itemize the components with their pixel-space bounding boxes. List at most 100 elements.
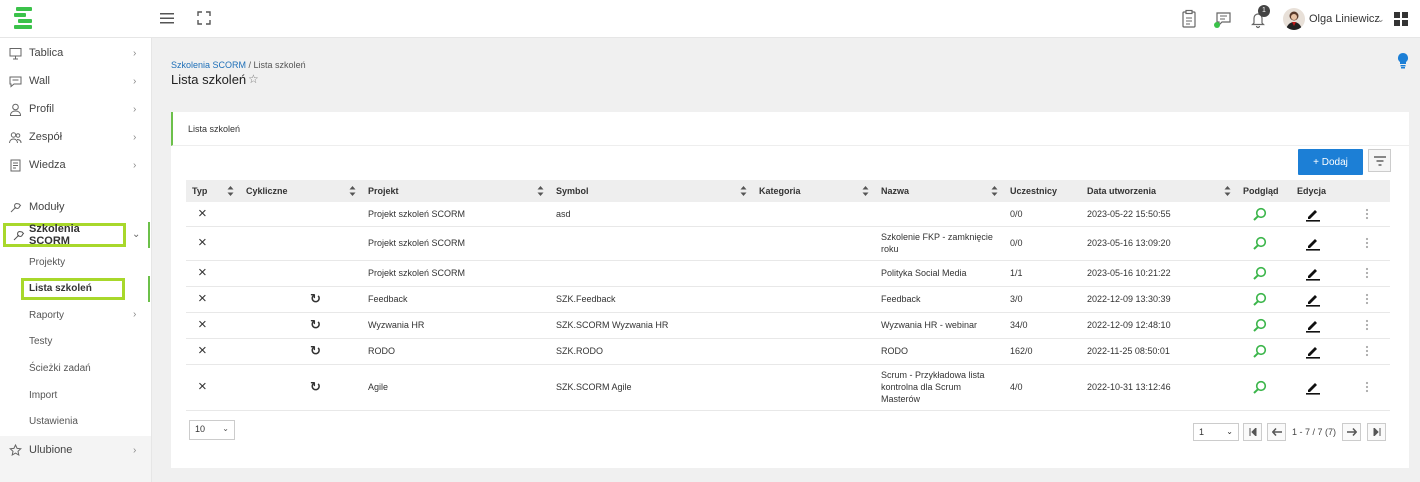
preview-cell — [1237, 202, 1291, 227]
sidebar-subitem-raporty[interactable]: Raporty › — [0, 304, 152, 328]
edit-cell — [1291, 226, 1339, 261]
chevron-down-icon[interactable]: ⌄ — [1377, 14, 1385, 25]
column-header-typ[interactable]: Typ — [186, 180, 240, 202]
cell-data: 2023-05-16 13:09:20 — [1081, 226, 1237, 261]
recurring-icon: ↻ — [240, 312, 362, 339]
pencil-icon[interactable] — [1305, 291, 1321, 307]
sidebar-item-label: Moduły — [29, 201, 65, 213]
chevron-down-icon: ⌄ — [132, 229, 141, 240]
sidebar-subitem-projekty[interactable]: Projekty — [0, 251, 152, 275]
pencil-icon[interactable] — [1305, 235, 1321, 251]
search-icon[interactable] — [1253, 292, 1267, 306]
kebab-menu-icon[interactable] — [1365, 293, 1369, 305]
type-cross-icon: × — [186, 364, 240, 411]
cell-projekt: Feedback — [362, 286, 550, 313]
kebab-menu-icon[interactable] — [1365, 319, 1369, 331]
card-header: Lista szkoleń — [171, 112, 1409, 146]
column-header-nazwa[interactable]: Nazwa — [875, 180, 1004, 202]
chevron-right-icon: › — [133, 159, 137, 171]
cell-data: 2023-05-16 10:21:22 — [1081, 260, 1237, 287]
search-icon[interactable] — [1253, 344, 1267, 358]
column-header-symbol[interactable]: Symbol — [550, 180, 753, 202]
cell-nazwa: Polityka Social Media — [875, 260, 1004, 287]
cell-nazwa: Scrum - Przykładowa lista kontrolna dla … — [875, 364, 1004, 411]
cell-projekt: Projekt szkoleń SCORM — [362, 260, 550, 287]
sidebar-item-label: Zespół — [29, 131, 63, 143]
sidebar-item-wiedza[interactable]: Wiedza › — [0, 152, 152, 178]
pencil-icon[interactable] — [1305, 206, 1321, 222]
search-icon[interactable] — [1253, 318, 1267, 332]
sidebar-subitem-label: Projekty — [29, 257, 66, 268]
cell-kategoria — [753, 286, 875, 313]
sidebar-item-wall[interactable]: Wall › — [0, 68, 152, 94]
pencil-icon[interactable] — [1305, 379, 1321, 395]
sidebar-subitem-import[interactable]: Import — [0, 384, 152, 408]
kebab-menu-icon[interactable] — [1365, 267, 1369, 279]
cell-nazwa: Szkolenie FKP - zamknięcie roku — [875, 226, 1004, 261]
pencil-icon[interactable] — [1305, 265, 1321, 281]
next-page-button[interactable] — [1342, 423, 1361, 441]
cell-data: 2022-10-31 13:12:46 — [1081, 364, 1237, 411]
user-name[interactable]: Olga Liniewicz — [1309, 13, 1380, 25]
search-icon[interactable] — [1253, 207, 1267, 221]
kebab-menu-icon[interactable] — [1365, 381, 1369, 393]
sidebar-subitem-label: Raporty — [29, 310, 65, 321]
sidebar-item-zespol[interactable]: Zespół › — [0, 124, 152, 150]
type-cross-icon: × — [186, 338, 240, 365]
column-header-cykliczne[interactable]: Cykliczne — [240, 180, 362, 202]
column-header-projekt[interactable]: Projekt — [362, 180, 550, 202]
sidebar-subitem-testy[interactable]: Testy — [0, 330, 152, 354]
search-icon[interactable] — [1253, 380, 1267, 394]
messages-icon[interactable] — [1213, 9, 1233, 29]
first-page-button[interactable] — [1243, 423, 1262, 441]
cell-projekt: Projekt szkoleń SCORM — [362, 226, 550, 261]
sidebar-subitem-lista-szkolen[interactable]: Lista szkoleń — [0, 277, 152, 301]
sidebar-item-tablica[interactable]: Tablica › — [0, 40, 152, 66]
sidebar-subitem-sciezki-zadan[interactable]: Ścieżki zadań — [0, 357, 152, 381]
pencil-icon[interactable] — [1305, 317, 1321, 333]
kebab-menu-icon[interactable] — [1365, 208, 1369, 220]
sidebar-item-label: Wall — [29, 75, 50, 87]
search-icon[interactable] — [1253, 236, 1267, 250]
sidebar-subitem-label: Ścieżki zadań — [29, 363, 91, 374]
sidebar-subitem-label: Lista szkoleń — [29, 283, 92, 294]
kebab-menu-icon[interactable] — [1365, 237, 1369, 249]
filter-button[interactable] — [1368, 149, 1391, 172]
cell-symbol — [550, 226, 753, 261]
search-icon[interactable] — [1253, 266, 1267, 280]
column-header-kategoria[interactable]: Kategoria — [753, 180, 875, 202]
page-select[interactable]: 1 ⌄ — [1193, 423, 1239, 441]
page-size-select[interactable]: 10 ⌄ — [189, 420, 235, 440]
prev-page-button[interactable] — [1267, 423, 1286, 441]
pencil-icon[interactable] — [1305, 343, 1321, 359]
table-row: × ↻ Feedback SZK.Feedback Feedback 3/0 2022-12… — [186, 286, 1390, 313]
favorite-star-icon[interactable]: ☆ — [248, 72, 259, 86]
apps-grid-icon[interactable] — [1394, 12, 1408, 26]
kebab-menu-icon[interactable] — [1365, 345, 1369, 357]
sidebar-item-profil[interactable]: Profil › — [0, 96, 152, 122]
sidebar-item-label: Tablica — [29, 47, 64, 59]
monitor-icon — [9, 47, 22, 59]
column-header-data-utworzenia[interactable]: Data utworzenia — [1081, 180, 1237, 202]
edit-cell — [1291, 260, 1339, 287]
fullscreen-icon[interactable] — [197, 11, 211, 25]
sidebar-item-ulubione[interactable]: Ulubione › — [0, 437, 152, 463]
last-page-button[interactable] — [1367, 423, 1386, 441]
sidebar-item-szkolenia-scorm[interactable]: Szkolenia SCORM — [3, 223, 126, 247]
chevron-right-icon: › — [133, 103, 137, 115]
recurring-icon — [240, 226, 362, 261]
preview-cell — [1237, 364, 1291, 411]
column-header-uczestnicy[interactable]: Uczestnicy — [1004, 180, 1081, 202]
cell-uczestnicy: 0/0 — [1004, 202, 1081, 227]
trainings-card: Lista szkoleń + Dodaj Typ Cykliczne Proj… — [171, 112, 1409, 468]
sidebar-item-moduly[interactable]: Moduły — [0, 194, 152, 220]
lightbulb-icon[interactable] — [1395, 52, 1411, 70]
menu-icon[interactable] — [160, 12, 174, 24]
add-button[interactable]: + Dodaj — [1298, 149, 1363, 175]
clipboard-icon[interactable] — [1179, 9, 1199, 29]
logo-icon[interactable] — [12, 6, 36, 32]
avatar[interactable] — [1283, 8, 1305, 30]
sidebar-subitem-ustawienia[interactable]: Ustawienia — [0, 410, 152, 434]
breadcrumb-link[interactable]: Szkolenia SCORM — [171, 60, 246, 70]
table-header-row: Typ Cykliczne Projekt Symbol Kategoria N… — [186, 180, 1390, 202]
